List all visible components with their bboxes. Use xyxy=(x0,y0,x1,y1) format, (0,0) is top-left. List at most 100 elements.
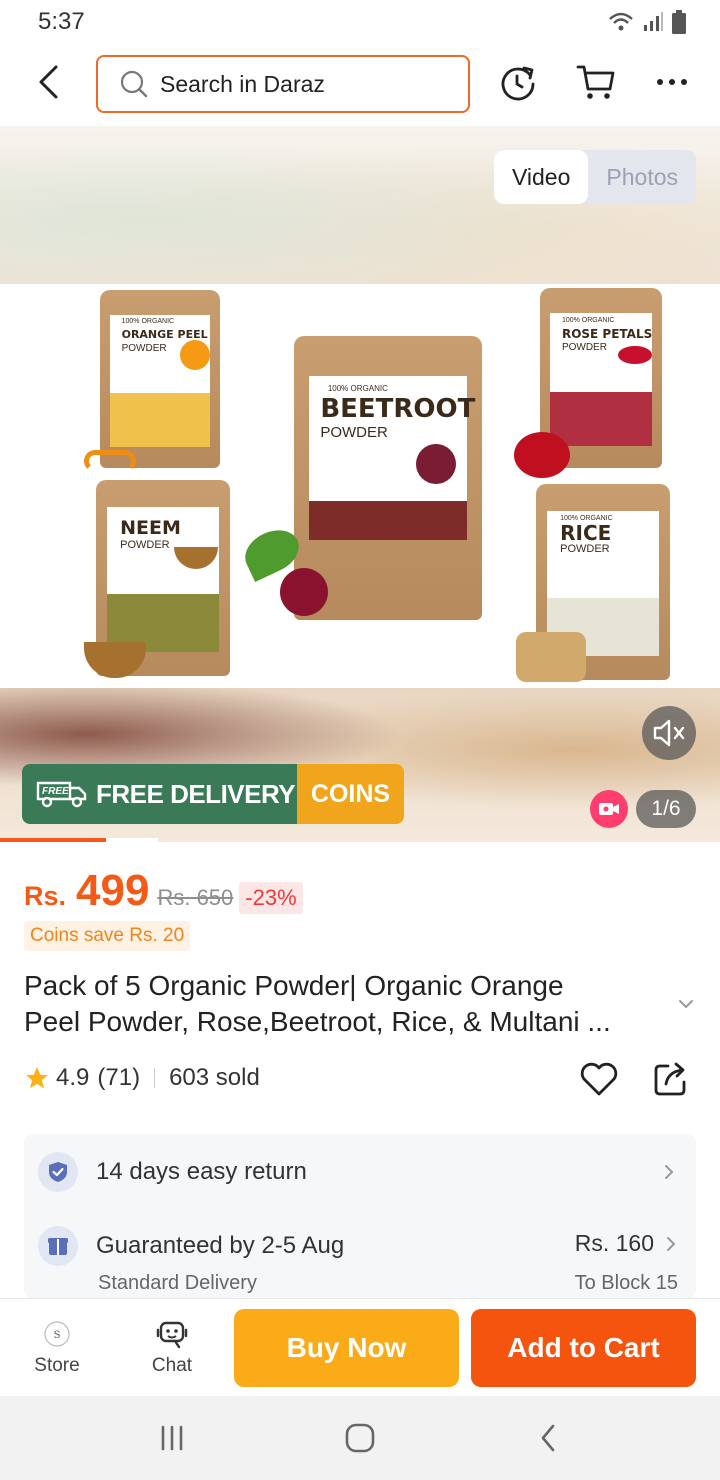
divider xyxy=(154,1068,156,1088)
coins-label: COINS xyxy=(310,779,391,808)
cart-button[interactable] xyxy=(574,60,618,104)
store-logo-icon: S xyxy=(44,1321,70,1347)
wishlist-button[interactable] xyxy=(578,1058,620,1100)
pouch-sub: POWDER xyxy=(121,343,167,355)
review-count: (71) xyxy=(97,1064,141,1091)
video-progress-fill xyxy=(0,838,106,842)
pouch-name: ROSE PETALS xyxy=(561,326,653,341)
services-card: 14 days easy return Guaranteed by 2-5 Au… xyxy=(24,1134,696,1300)
mute-button[interactable] xyxy=(642,706,696,760)
signal-icon xyxy=(644,12,663,31)
back-button[interactable] xyxy=(30,62,66,102)
chevron-right-icon xyxy=(667,1236,676,1251)
chevron-right-icon xyxy=(665,1165,674,1179)
rating-row[interactable]: 4.9 (71) 603 sold xyxy=(24,1064,260,1092)
recent-apps-icon xyxy=(161,1425,183,1451)
speaker-muted-icon xyxy=(653,719,685,747)
search-icon xyxy=(120,70,148,98)
more-button[interactable] xyxy=(650,60,694,104)
recent-apps-button[interactable] xyxy=(152,1418,192,1458)
delivery-box-icon xyxy=(38,1226,78,1266)
rose-decor xyxy=(514,432,570,478)
status-bar: 5:37 xyxy=(0,0,720,44)
add-to-cart-button[interactable]: Add to Cart xyxy=(471,1309,696,1387)
coins-section: COINS xyxy=(297,764,404,824)
product-page: 5:37 Search in Daraz 100% ORGANIC ORANGE… xyxy=(0,0,720,1480)
search-input[interactable]: Search in Daraz xyxy=(96,55,470,113)
store-button[interactable]: S Store xyxy=(7,1299,107,1397)
share-icon xyxy=(654,1062,686,1096)
rating-value: 4.9 xyxy=(56,1064,90,1091)
delivery-truck-icon: FREE xyxy=(36,781,87,808)
delivery-fee-text: Rs. 160 xyxy=(574,1230,654,1256)
buy-now-button[interactable]: Buy Now xyxy=(234,1309,459,1387)
discount-badge: -23% xyxy=(239,882,303,914)
video-progress[interactable] xyxy=(0,838,720,842)
chat-label: Chat xyxy=(151,1355,193,1376)
system-nav-bar xyxy=(0,1396,720,1480)
cart-icon xyxy=(576,65,615,99)
share-history-button[interactable] xyxy=(496,60,540,104)
back-arrow-icon xyxy=(541,1424,555,1452)
share-button[interactable] xyxy=(650,1058,692,1100)
pouch-name: BEETROOT xyxy=(320,393,476,424)
product-title-line2: Peel Powder, Rose,Beetroot, Rice, & Mult… xyxy=(24,1006,611,1037)
price-row: Rs. 499 Rs. 650 -23% xyxy=(24,866,303,916)
pouch-sub: POWDER xyxy=(560,542,610,555)
sold-count: 603 sold xyxy=(169,1064,260,1091)
return-policy-text: 14 days easy return xyxy=(96,1158,307,1185)
free-delivery-label: FREE DELIVERY xyxy=(96,778,296,809)
system-back-button[interactable] xyxy=(528,1418,568,1458)
more-dots-icon xyxy=(657,79,687,85)
tab-video[interactable]: Video xyxy=(493,150,589,204)
orange-peel-pouch: 100% ORGANIC ORANGE PEEL POWDER xyxy=(100,290,220,468)
star-icon xyxy=(26,1067,48,1089)
tab-photos[interactable]: Photos xyxy=(588,150,696,204)
media-counter: 1/6 xyxy=(636,790,696,828)
battery-icon xyxy=(672,10,686,34)
rice-sack-decor xyxy=(516,632,586,682)
status-icons xyxy=(608,10,686,34)
pouch-sub: POWDER xyxy=(561,342,607,353)
pouch-small-text: 100% ORGANIC xyxy=(327,384,388,394)
search-placeholder: Search in Daraz xyxy=(160,70,325,97)
home-button[interactable] xyxy=(340,1418,380,1458)
delivery-type-text: Standard Delivery xyxy=(98,1272,257,1294)
top-header: Search in Daraz xyxy=(0,44,720,126)
price-original: Rs. 650 xyxy=(157,885,234,910)
free-delivery-banner: FREE FREE DELIVERY COINS xyxy=(22,764,404,824)
product-image[interactable]: 100% ORGANIC ORANGE PEEL POWDER 100% ORG… xyxy=(0,284,720,688)
pouch-small-text: 100% ORGANIC xyxy=(121,318,175,326)
refresh-share-icon xyxy=(501,66,535,101)
free-tag: FREE xyxy=(42,786,69,797)
chevron-down-icon[interactable] xyxy=(676,994,696,1014)
price-currency: Rs. xyxy=(24,881,67,911)
product-title-line1: Pack of 5 Organic Powder| Organic Orange xyxy=(24,970,564,1001)
video-badge[interactable] xyxy=(590,790,628,828)
pouch-name: NEEM xyxy=(120,517,181,540)
coins-save-badge: Coins save Rs. 20 xyxy=(24,921,191,951)
free-delivery-section: FREE FREE DELIVERY xyxy=(22,764,297,824)
delivery-fee[interactable]: Rs. 160 xyxy=(575,1230,678,1257)
pouch-sub: POWDER xyxy=(320,424,388,442)
chevron-left-icon xyxy=(39,65,58,99)
store-label: Store xyxy=(34,1355,80,1376)
orange-peel-decor xyxy=(84,450,136,472)
bottom-action-bar: S Store Chat Buy Now Add to Cart xyxy=(0,1298,720,1396)
pouch-sub: POWDER xyxy=(120,538,170,551)
chat-button[interactable]: Chat xyxy=(122,1299,222,1397)
wifi-icon xyxy=(609,12,633,31)
svg-text:S: S xyxy=(54,1330,61,1341)
status-time: 5:37 xyxy=(38,8,85,35)
pouch-small-text: 100% ORGANIC xyxy=(561,316,615,324)
price-current: 499 xyxy=(76,866,150,915)
delivery-location-text: To Block 15 xyxy=(574,1272,678,1294)
delivery-date-text: Guaranteed by 2-5 Aug xyxy=(96,1232,345,1259)
pouch-name: RICE xyxy=(560,521,612,546)
media-gallery[interactable]: 100% ORGANIC ORANGE PEEL POWDER 100% ORG… xyxy=(0,126,720,842)
return-policy-row[interactable]: 14 days easy return xyxy=(38,1152,686,1192)
video-photos-toggle: Video Photos xyxy=(493,150,696,204)
product-title[interactable]: Pack of 5 Organic Powder| Organic Orange… xyxy=(24,968,664,1040)
heart-icon xyxy=(580,1062,618,1096)
shield-check-icon xyxy=(38,1152,78,1192)
